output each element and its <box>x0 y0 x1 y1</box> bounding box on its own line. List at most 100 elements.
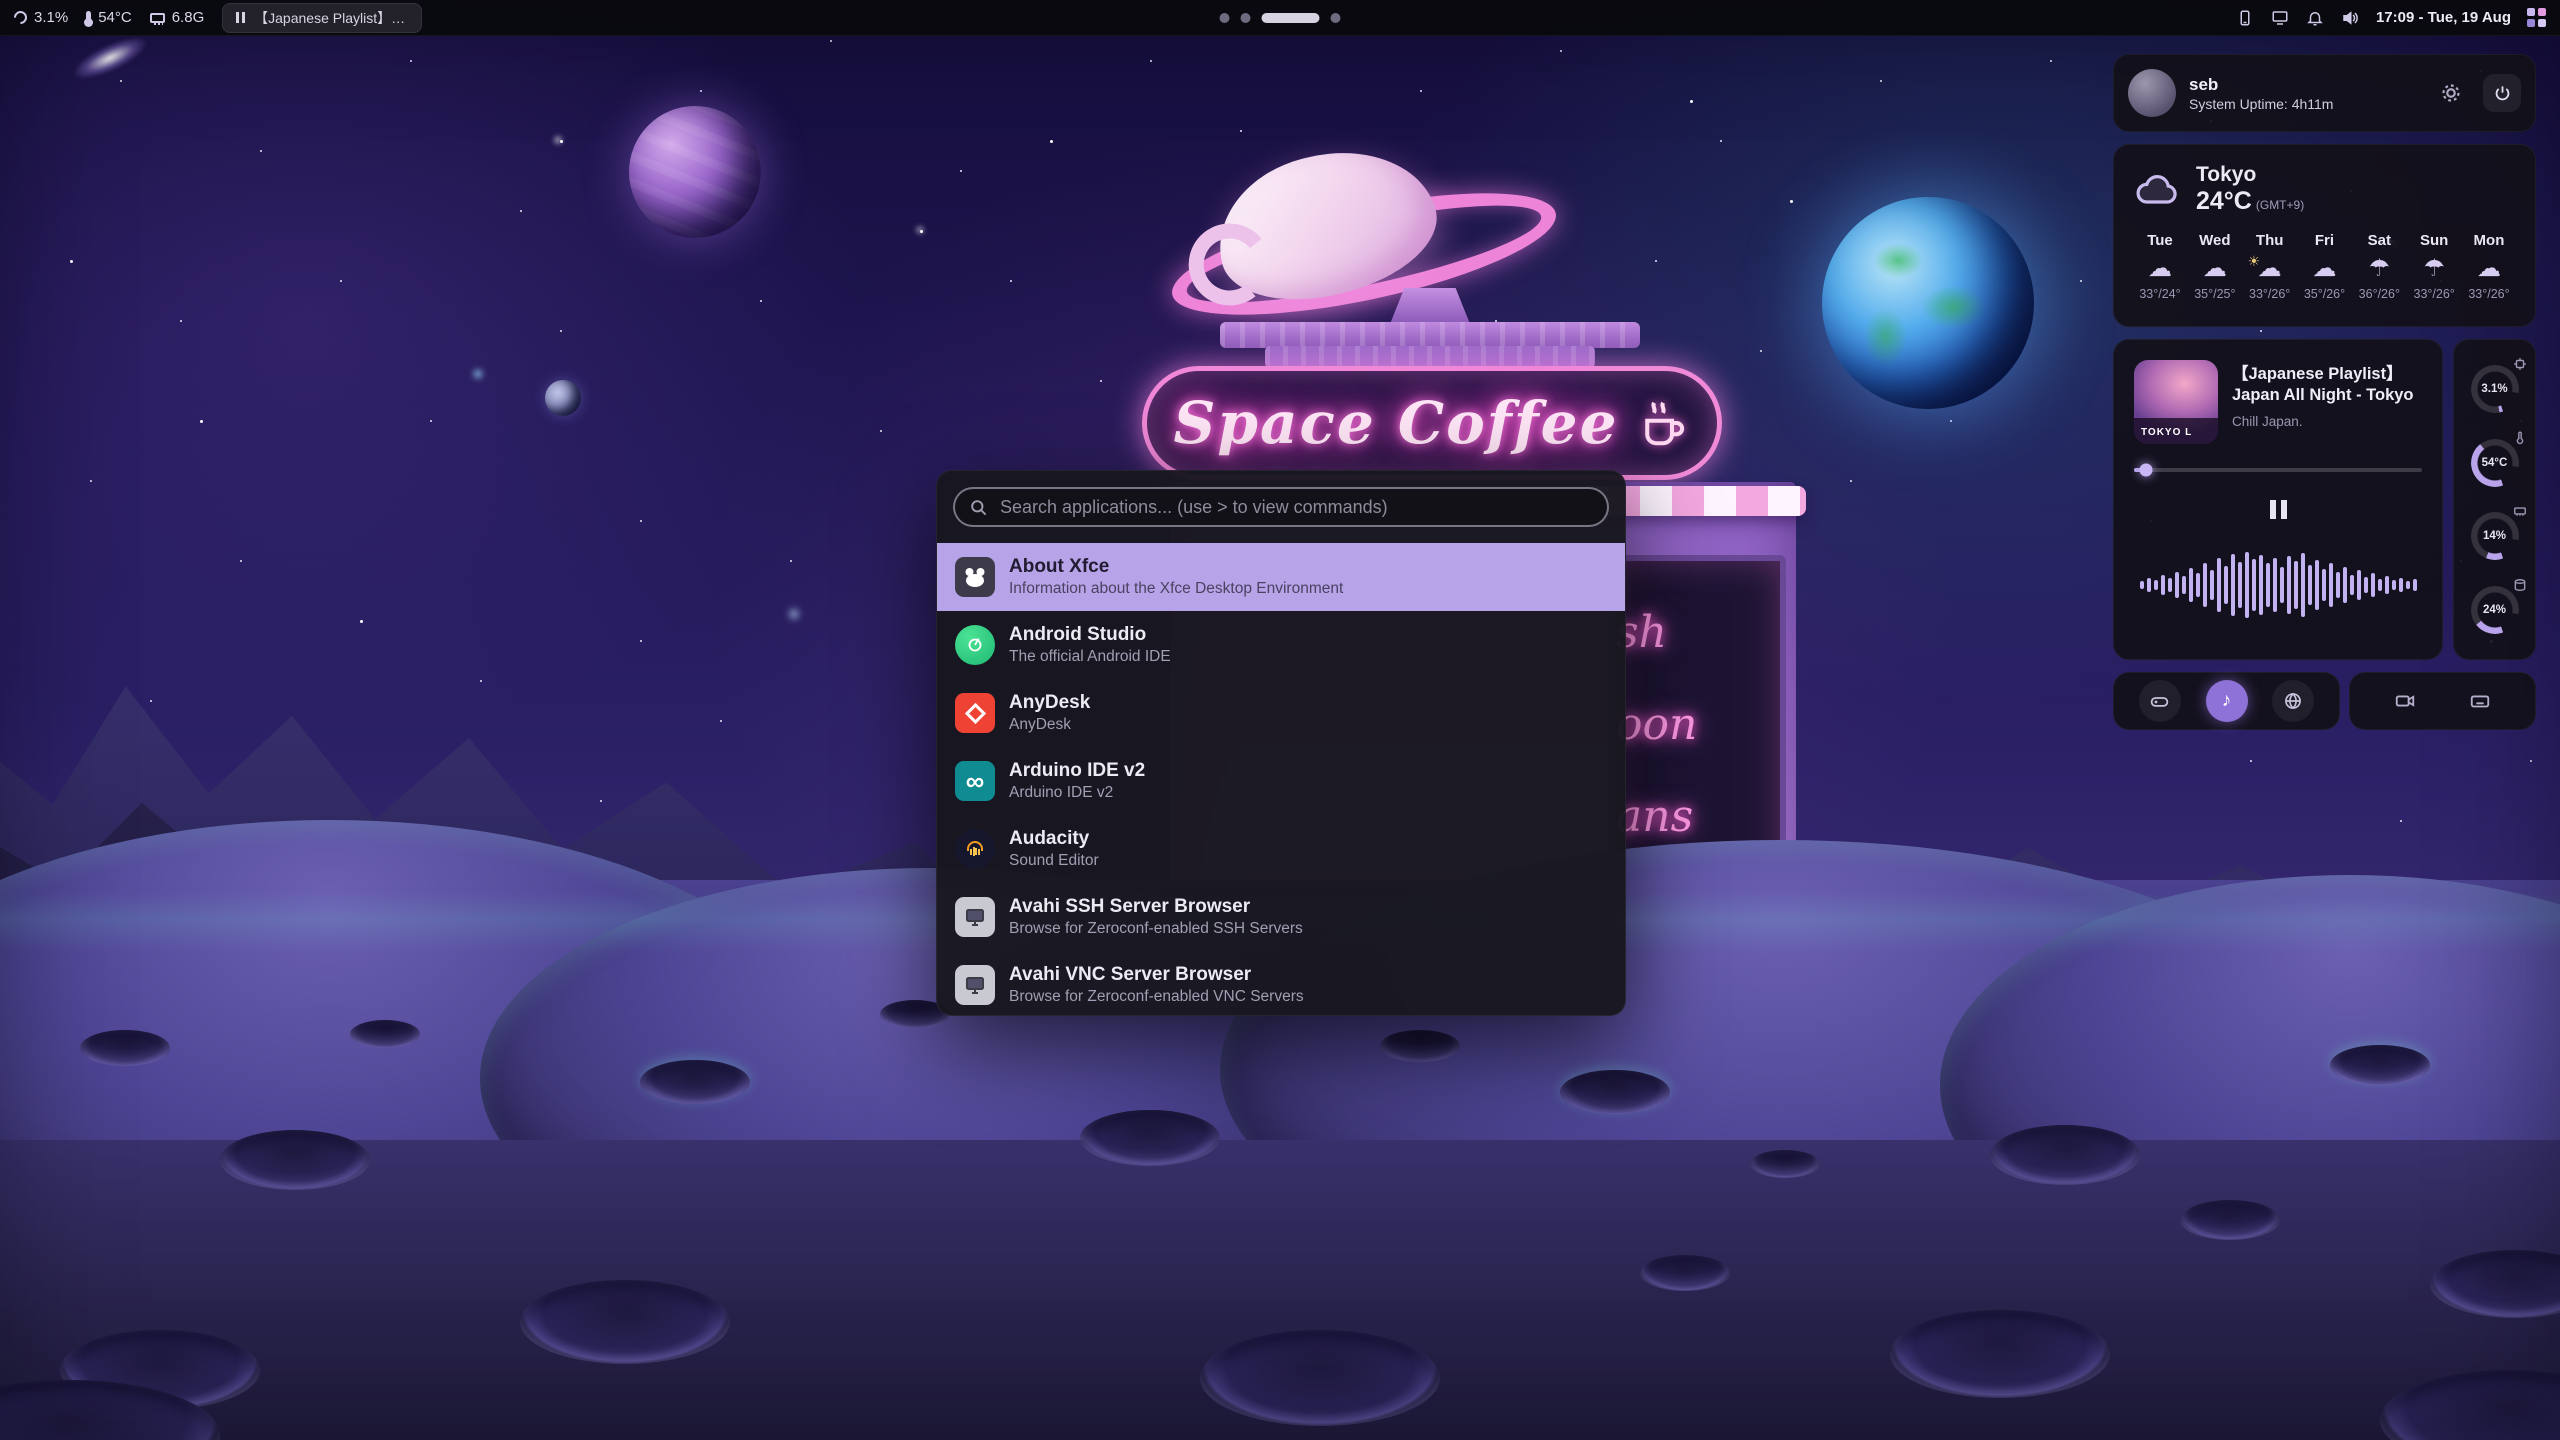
item-title: Arduino IDE v2 <box>1009 761 1145 782</box>
workspace-dot[interactable] <box>1241 13 1251 23</box>
volume-icon[interactable] <box>2340 9 2360 27</box>
video-camera-icon <box>2394 690 2416 712</box>
forecast-day: Mon ☁ 33°/26° <box>2463 232 2515 301</box>
xfce-mouse-icon <box>955 557 995 597</box>
item-subtitle: Information about the Xfce Desktop Envir… <box>1009 580 1343 597</box>
settings-button[interactable] <box>2432 74 2470 112</box>
power-button[interactable] <box>2483 74 2521 112</box>
temperature-indicator: 54°C <box>86 9 132 26</box>
workspace-switcher <box>1220 13 1341 23</box>
memory-indicator: 6.8G <box>150 9 205 26</box>
cloud-icon <box>2134 171 2182 207</box>
pause-button[interactable] <box>2257 488 2299 530</box>
dashboard-button[interactable] <box>2139 680 2181 722</box>
pause-icon <box>236 12 245 23</box>
rain-icon: ☂ <box>2369 254 2391 282</box>
workspace-dot[interactable] <box>1331 13 1341 23</box>
memory-value: 6.8G <box>172 9 205 26</box>
network-icon[interactable] <box>2270 9 2290 27</box>
music-note-icon: ♪ <box>2222 690 2232 712</box>
search-input[interactable] <box>998 496 1593 519</box>
monitor-icon <box>955 897 995 937</box>
launcher-item-avahi-ssh[interactable]: Avahi SSH Server Browser Browse for Zero… <box>937 883 1625 951</box>
audio-visualizer <box>2134 542 2422 628</box>
cloud-icon: ☁ <box>2148 254 2172 282</box>
item-subtitle: The official Android IDE <box>1009 648 1171 665</box>
monitor-icon <box>955 965 995 1005</box>
cpu-value: 3.1% <box>34 9 68 26</box>
item-subtitle: Browse for Zeroconf-enabled VNC Servers <box>1009 988 1304 1005</box>
now-playing-text: 【Japanese Playlist】 J... <box>254 8 408 28</box>
workspace-active-pill[interactable] <box>1262 13 1320 23</box>
network-widget-button[interactable] <box>2272 680 2314 722</box>
memory-icon <box>2513 504 2527 518</box>
widget-toggle-bar: ♪ <box>2113 672 2340 730</box>
capture-bar <box>2349 672 2536 730</box>
keyboard-button[interactable] <box>2459 680 2501 722</box>
item-title: AnyDesk <box>1009 693 1090 714</box>
system-gauges: 3.1% 54°C 14% 24% <box>2453 339 2536 660</box>
app-launcher: About Xfce Information about the Xfce De… <box>936 470 1626 1016</box>
music-widget-button[interactable]: ♪ <box>2206 680 2248 722</box>
launcher-item-arduino[interactable]: ∞ Arduino IDE v2 Arduino IDE v2 <box>937 747 1625 815</box>
weather-city: Tokyo <box>2196 163 2304 187</box>
profile-card: seb System Uptime: 4h11m <box>2113 54 2536 132</box>
clock[interactable]: 17:09 - Tue, 19 Aug <box>2376 9 2511 26</box>
music-player-card: TOKYO L 【Japanese Playlist】 Japan All Ni… <box>2113 339 2443 660</box>
anydesk-icon <box>955 693 995 733</box>
cpu-gauge-icon <box>11 8 29 26</box>
power-icon <box>2493 84 2512 103</box>
android-studio-icon <box>955 625 995 665</box>
app-grid-icon[interactable] <box>2527 8 2546 27</box>
workspace-dot[interactable] <box>1220 13 1230 23</box>
search-icon <box>969 498 988 517</box>
album-art: TOKYO L <box>2134 360 2218 444</box>
item-subtitle: Sound Editor <box>1009 852 1099 869</box>
username: seb <box>2189 76 2419 93</box>
item-subtitle: AnyDesk <box>1009 716 1090 733</box>
cpu-gauge: 3.1% <box>2467 361 2523 417</box>
screen-record-button[interactable] <box>2384 680 2426 722</box>
cpu-icon <box>2513 357 2527 371</box>
item-title: Avahi VNC Server Browser <box>1009 965 1304 986</box>
widget-sidebar: seb System Uptime: 4h11m Tokyo 24°C(GMT+… <box>2113 54 2536 730</box>
forecast-day: Sun ☂ 33°/26° <box>2408 232 2460 301</box>
forecast-day: Tue ☁ 33°/24° <box>2134 232 2186 301</box>
launcher-item-anydesk[interactable]: AnyDesk AnyDesk <box>937 679 1625 747</box>
item-subtitle: Arduino IDE v2 <box>1009 784 1145 801</box>
track-title: 【Japanese Playlist】 Japan All Night - To… <box>2232 364 2422 408</box>
weather-card: Tokyo 24°C(GMT+9) Tue ☁ 33°/24° Wed ☁ 35… <box>2113 144 2536 327</box>
memory-icon <box>150 13 165 23</box>
cloud-icon: ☁ <box>2312 254 2336 282</box>
phone-link-icon[interactable] <box>2236 9 2254 27</box>
globe-icon <box>2283 691 2303 711</box>
cpu-indicator: 3.1% <box>14 9 68 26</box>
seek-slider[interactable] <box>2134 468 2422 472</box>
launcher-search-bar <box>953 487 1609 527</box>
avatar <box>2128 69 2176 117</box>
launcher-item-android-studio[interactable]: Android Studio The official Android IDE <box>937 611 1625 679</box>
disk-gauge: 24% <box>2467 582 2523 638</box>
uptime-text: System Uptime: 4h11m <box>2189 97 2419 111</box>
launcher-item-audacity[interactable]: Audacity Sound Editor <box>937 815 1625 883</box>
forecast-day: Wed ☁ 35°/25° <box>2189 232 2241 301</box>
memory-gauge: 14% <box>2467 508 2523 564</box>
forecast-day: Fri ☁ 35°/26° <box>2298 232 2350 301</box>
forecast-day: Sat ☂ 36°/26° <box>2353 232 2405 301</box>
launcher-item-avahi-vnc[interactable]: Avahi VNC Server Browser Browse for Zero… <box>937 951 1625 1016</box>
desktop: Space Coffee sh oon ans <box>0 0 2560 1440</box>
keyboard-icon <box>2469 690 2491 712</box>
cloud-icon: ☁ <box>2477 254 2501 282</box>
seek-knob[interactable] <box>2139 464 2152 477</box>
launcher-results: About Xfce Information about the Xfce De… <box>937 543 1625 1015</box>
now-playing-widget[interactable]: 【Japanese Playlist】 J... <box>222 3 422 33</box>
launcher-item-about-xfce[interactable]: About Xfce Information about the Xfce De… <box>937 543 1625 611</box>
item-title: Avahi SSH Server Browser <box>1009 897 1303 918</box>
notifications-bell-icon[interactable] <box>2306 9 2324 27</box>
disk-icon <box>2513 578 2527 592</box>
forecast-day: Thu ☀☁ 33°/26° <box>2244 232 2296 301</box>
pause-icon <box>2270 500 2287 519</box>
sun-cloud-icon: ☀☁ <box>2258 254 2282 282</box>
temperature-gauge: 54°C <box>2467 435 2523 491</box>
cloud-icon: ☁ <box>2203 254 2227 282</box>
